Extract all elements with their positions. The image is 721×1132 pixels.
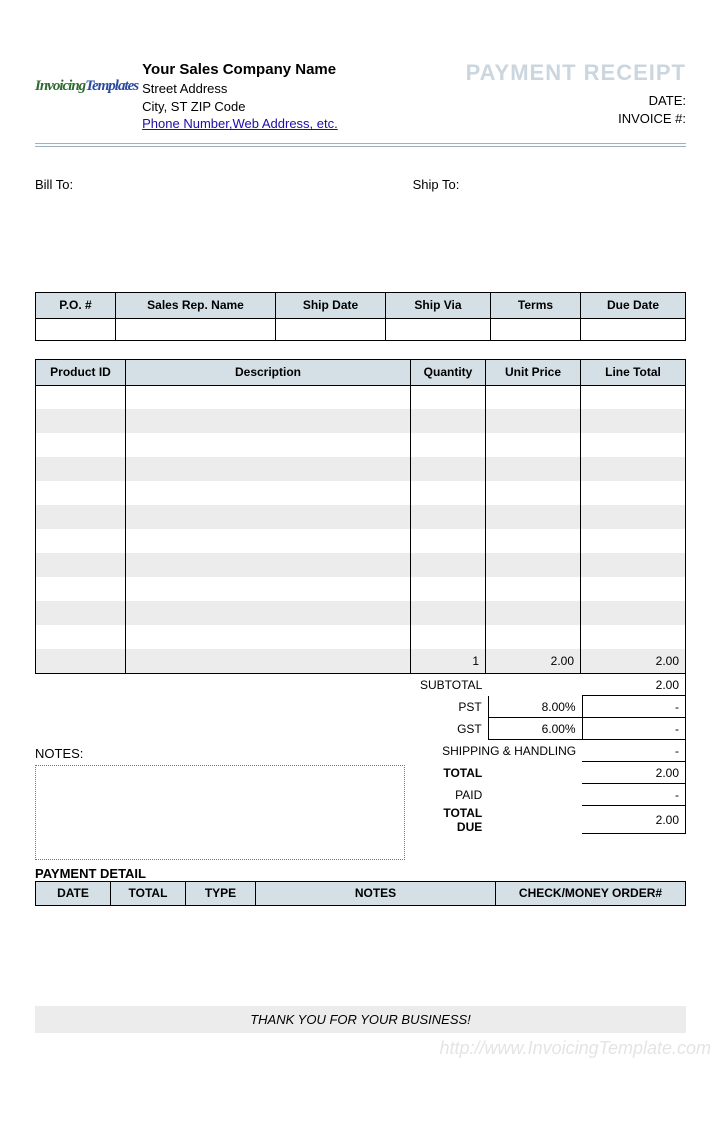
items-header-up: Unit Price	[486, 359, 581, 385]
pay-header-type: TYPE	[186, 881, 256, 905]
logo: InvoicingTemplates	[35, 78, 138, 95]
logo-part1: Invoicing	[35, 78, 85, 94]
subtotal-value: 2.00	[582, 674, 685, 696]
receipt-title: PAYMENT RECEIPT	[466, 60, 686, 86]
po-header-duedate: Due Date	[581, 292, 686, 318]
items-header-qty: Quantity	[411, 359, 486, 385]
table-row	[36, 601, 686, 625]
company-text: Your Sales Company Name Street Address C…	[142, 60, 338, 133]
item-unit-price: 2.00	[486, 649, 581, 673]
shipping-value: -	[582, 740, 685, 762]
shipping-label: SHIPPING & HANDLING	[414, 740, 582, 762]
bill-ship-row: Bill To: Ship To:	[35, 177, 686, 192]
paid-label: PAID	[414, 784, 488, 806]
watermark: http://www.InvoicingTemplate.com	[440, 1038, 711, 1059]
street-address: Street Address	[142, 80, 338, 98]
gst-value: -	[582, 718, 685, 740]
total-value: 2.00	[582, 762, 685, 784]
table-row	[36, 385, 686, 409]
table-row	[36, 481, 686, 505]
po-row	[36, 318, 686, 340]
items-header-pid: Product ID	[36, 359, 126, 385]
receipt-meta-block: PAYMENT RECEIPT DATE: INVOICE #:	[466, 60, 686, 127]
table-row	[36, 433, 686, 457]
total-label: TOTAL	[414, 762, 488, 784]
table-row	[36, 577, 686, 601]
gst-rate: 6.00%	[488, 718, 582, 740]
item-line-total: 2.00	[581, 649, 686, 673]
table-row	[36, 625, 686, 649]
ship-to-label: Ship To:	[413, 177, 686, 192]
po-header-po: P.O. #	[36, 292, 116, 318]
items-header-lt: Line Total	[581, 359, 686, 385]
items-table: Product ID Description Quantity Unit Pri…	[35, 359, 686, 674]
payment-detail-table: DATE TOTAL TYPE NOTES CHECK/MONEY ORDER#	[35, 881, 686, 906]
gst-label: GST	[414, 718, 488, 740]
pay-header-notes: NOTES	[256, 881, 496, 905]
notes-label: NOTES:	[35, 746, 414, 761]
pst-label: PST	[414, 696, 488, 718]
po-header-rep: Sales Rep. Name	[116, 292, 276, 318]
contact-link[interactable]: Phone Number,Web Address, etc.	[142, 116, 338, 131]
pst-rate: 8.00%	[488, 696, 582, 718]
divider	[35, 143, 686, 147]
pst-value: -	[582, 696, 685, 718]
company-name: Your Sales Company Name	[142, 60, 338, 80]
thanks-bar: THANK YOU FOR YOUR BUSINESS!	[35, 1006, 686, 1033]
paid-value: -	[582, 784, 685, 806]
city-st-zip: City, ST ZIP Code	[142, 98, 338, 116]
table-row	[36, 553, 686, 577]
header: InvoicingTemplates Your Sales Company Na…	[35, 60, 686, 133]
table-row	[36, 457, 686, 481]
bill-to-label: Bill To:	[35, 177, 413, 192]
subtotal-label: SUBTOTAL	[414, 674, 488, 696]
items-header-desc: Description	[126, 359, 411, 385]
summary-table: SUBTOTAL 2.00 PST 8.00% - GST 6.00% - SH…	[414, 674, 686, 835]
payment-detail-label: PAYMENT DETAIL	[35, 866, 686, 881]
date-label: DATE:	[466, 92, 686, 110]
po-header-shipdate: Ship Date	[276, 292, 386, 318]
invoice-label: INVOICE #:	[466, 110, 686, 128]
total-due-value: 2.00	[582, 806, 685, 834]
notes-box[interactable]	[35, 765, 405, 860]
po-header-terms: Terms	[491, 292, 581, 318]
logo-part2: Templates	[85, 78, 138, 94]
po-table: P.O. # Sales Rep. Name Ship Date Ship Vi…	[35, 292, 686, 341]
table-row: 1 2.00 2.00	[36, 649, 686, 673]
table-row	[36, 529, 686, 553]
item-qty: 1	[411, 649, 486, 673]
total-due-label: TOTAL DUE	[414, 806, 488, 834]
table-row	[36, 505, 686, 529]
pay-header-date: DATE	[36, 881, 111, 905]
pay-header-total: TOTAL	[111, 881, 186, 905]
company-block: InvoicingTemplates Your Sales Company Na…	[35, 60, 338, 133]
pay-header-check: CHECK/MONEY ORDER#	[496, 881, 686, 905]
po-header-shipvia: Ship Via	[386, 292, 491, 318]
table-row	[36, 409, 686, 433]
